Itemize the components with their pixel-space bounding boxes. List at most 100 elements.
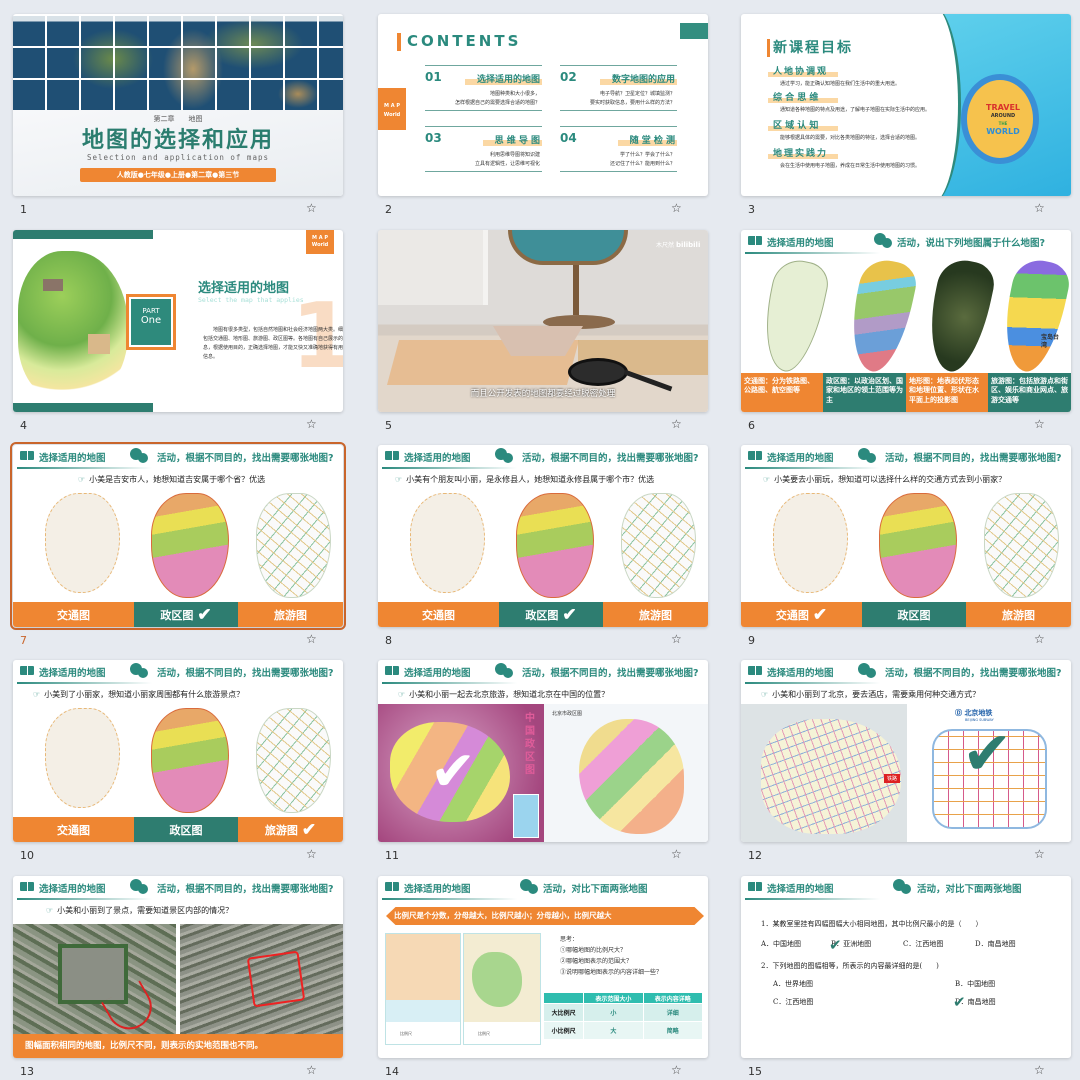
option-tourist-map[interactable]: 旅游图: [238, 602, 343, 627]
chat-bubble-icon: [858, 663, 876, 679]
star-outline-icon[interactable]: ☆: [671, 201, 682, 215]
slide-thumbnail-5[interactable]: 木尺然 bilibili 而且公开发表的地图都要经过脱密处理: [378, 230, 708, 412]
section-title: 选择适用的地图: [404, 453, 471, 464]
subway-map: Ⓓ 北京地铁 BEIJING SUBWAY ✔: [907, 704, 1071, 842]
star-outline-icon[interactable]: ☆: [671, 1063, 682, 1077]
activity-title: 活动，根据不同目的，找出需要哪张地图?: [157, 453, 334, 464]
slide-number: 11: [385, 849, 399, 862]
video-frame[interactable]: [378, 230, 708, 412]
section-title: 选择适用的地图: [404, 884, 471, 895]
tourist-map: [256, 493, 331, 598]
book-icon: [385, 882, 399, 891]
option-tourist-map[interactable]: 旅游图: [966, 602, 1071, 627]
book-icon: [385, 451, 399, 460]
slide-number: 8: [385, 634, 392, 647]
slide-number: 2: [385, 203, 392, 216]
section-title: 选择适用的地图: [39, 884, 106, 895]
option-tourist-map[interactable]: 旅游图: [603, 602, 708, 627]
slide-number: 6: [748, 419, 755, 432]
caption-political: 政区图：以政治区划、国家和地区的领土范围等为主: [823, 373, 906, 412]
option-transport-map[interactable]: 交通图 ✔: [741, 602, 862, 627]
pointing-hand-icon: ☞: [395, 475, 403, 484]
star-outline-icon[interactable]: ☆: [306, 201, 317, 215]
part-one-badge: PART One: [126, 294, 176, 350]
satellite-image-large-scale: [13, 924, 176, 1038]
scale-banner: 比例尺是个分数，分母越大，比例尺越小；分母越小，比例尺越大: [386, 907, 704, 925]
political-map: [841, 255, 921, 377]
star-outline-icon[interactable]: ☆: [1034, 1063, 1045, 1077]
contents-item-02[interactable]: 02 数字地图的应用 电子导航？卫星定位？城填监测？ 要实时获取信息，要用什么样的…: [560, 65, 677, 111]
video-subtitle: 而且公开发表的地图都要经过脱密处理: [470, 389, 616, 399]
star-outline-icon[interactable]: ☆: [306, 417, 317, 431]
checkmark-icon: ✔: [197, 604, 212, 625]
checkmark-icon: ✔: [829, 936, 842, 954]
satellite-image-small-scale: [180, 924, 343, 1034]
pointing-hand-icon: ☞: [761, 690, 769, 699]
slide-thumbnail-6[interactable]: 选择适用的地图 活动，说出下列地图属于什么地图? 宝岛台湾 交通图：分为铁路图、…: [741, 230, 1071, 412]
slide-thumbnail-2[interactable]: CONTENTS M A P World 01 选择适用的地图 地图种类和大小很多…: [378, 14, 708, 196]
chat-bubble-icon: [874, 233, 892, 249]
tourist-map: [994, 255, 1071, 377]
slide-thumbnail-11[interactable]: 选择适用的地图 活动，根据不同目的，找出需要哪张地图? ☞ 小美和小丽一起去北京旅…: [378, 660, 708, 842]
slide-thumbnail-4[interactable]: PART One M A P World 1 选择适用的地图 Select the …: [13, 230, 343, 412]
slide-number: 5: [385, 419, 392, 432]
slide-thumbnail-7[interactable]: 选择适用的地图 活动，根据不同目的，找出需要哪张地图? ☞ 小美是吉安市人，她想知…: [10, 442, 346, 630]
book-icon: [748, 451, 762, 460]
transport-map: [410, 493, 485, 593]
tourist-map: [256, 708, 331, 813]
pointing-hand-icon: ☞: [78, 475, 86, 484]
transport-map: [45, 708, 120, 808]
transport-map: [773, 493, 848, 593]
tourist-map: [984, 493, 1059, 598]
tourist-map: [621, 493, 696, 598]
slide-thumbnail-15[interactable]: 选择适用的地图 活动，对比下面两张地图 1．某教室里挂有四幅图幅大小相同地图，其…: [741, 876, 1071, 1058]
option-transport-map[interactable]: 交通图: [378, 602, 499, 627]
slide-thumbnail-12[interactable]: 选择适用的地图 活动，根据不同目的，找出需要哪张地图? ☞ 小美和小丽到了北京，要…: [741, 660, 1071, 842]
star-outline-icon[interactable]: ☆: [306, 847, 317, 861]
star-outline-icon[interactable]: ☆: [306, 1063, 317, 1077]
star-outline-icon[interactable]: ☆: [671, 632, 682, 646]
slide-title: 地图的选择和应用: [81, 128, 274, 153]
slide-thumbnail-3[interactable]: TRAVEL AROUND THE WORLD 新课程目标 人地协调观 通过学习，能正…: [741, 14, 1071, 196]
option-political-map[interactable]: 政区图: [862, 602, 966, 627]
section-title: 选择适用的地图: [767, 453, 834, 464]
book-icon: [385, 666, 399, 675]
option-transport-map[interactable]: 交通图: [13, 602, 134, 627]
star-outline-icon[interactable]: ☆: [306, 632, 317, 646]
activity-title: 活动，根据不同目的，找出需要哪张地图?: [885, 668, 1062, 679]
slide-thumbnail-10[interactable]: 选择适用的地图 活动，根据不同目的，找出需要哪张地图? ☞ 小美到了小丽家，想知道…: [13, 660, 343, 842]
contents-item-01[interactable]: 01 选择适用的地图 地图种类和大小很多， 怎样根据自己的需要选择合适的地图？: [425, 65, 542, 111]
option-political-map[interactable]: 政区图 ✔: [134, 602, 238, 627]
star-outline-icon[interactable]: ☆: [671, 417, 682, 431]
star-outline-icon[interactable]: ☆: [1034, 201, 1045, 215]
activity-title: 活动，根据不同目的，找出需要哪张地图?: [522, 668, 699, 679]
chat-bubble-icon: [130, 663, 148, 679]
china-map: 比例尺: [385, 933, 461, 1045]
option-political-map[interactable]: 政区图: [134, 817, 238, 842]
subway-logo-icon: Ⓓ: [955, 709, 962, 717]
slide-number: 13: [20, 1065, 34, 1078]
slide-thumbnail-8[interactable]: 选择适用的地图 活动，根据不同目的，找出需要哪张地图? ☞ 小美有个朋友叫小丽，是…: [378, 445, 708, 627]
option-tourist-map[interactable]: 旅游图 ✔: [238, 817, 343, 842]
slide-thumbnail-13[interactable]: 选择适用的地图 活动，根据不同目的，找出需要哪张地图? ☞ 小美和小丽到了景点，需…: [13, 876, 343, 1058]
chat-bubble-icon: [130, 879, 148, 895]
star-outline-icon[interactable]: ☆: [1034, 417, 1045, 431]
chat-bubble-icon: [893, 879, 911, 895]
conclusion-banner: 图幅面积相同的地图，比例尺不同，则表示的实地范围也不同。: [13, 1034, 343, 1058]
slide-thumbnail-1[interactable]: 第二章 地图 地图的选择和应用 Selection and applicatio…: [13, 14, 343, 196]
star-outline-icon[interactable]: ☆: [1034, 632, 1045, 646]
contents-item-04[interactable]: 04 随 堂 检 测 学了什么？学会了什么？ 还记住了什么？能用到什么？: [560, 126, 677, 172]
star-outline-icon[interactable]: ☆: [1034, 847, 1045, 861]
china-political-map: ✔ 中国政区图: [378, 704, 544, 842]
option-political-map[interactable]: 政区图 ✔: [499, 602, 603, 627]
chat-bubble-icon: [495, 663, 513, 679]
slide-thumbnail-9[interactable]: 选择适用的地图 活动，根据不同目的，找出需要哪张地图? ☞ 小美要去小丽玩，想知道…: [741, 445, 1071, 627]
caption-transport: 交通图：分为铁路图、公路图、航空图等: [741, 373, 823, 412]
option-transport-map[interactable]: 交通图: [13, 817, 134, 842]
slide-thumbnail-14[interactable]: 选择适用的地图 活动，对比下面两张地图 比例尺是个分数，分母越大，比例尺越小；分…: [378, 876, 708, 1058]
political-map: [879, 493, 957, 598]
star-outline-icon[interactable]: ☆: [671, 847, 682, 861]
scale-comparison-table: 表示范围大小 表示内容详略 大比例尺小详细 小比例尺大简略: [542, 992, 704, 1040]
contents-item-03[interactable]: 03 思 维 导 图 利用思维导图将知识建 立具有逻辑性，让思维可视化: [425, 126, 542, 172]
contents-title: CONTENTS: [407, 32, 522, 50]
